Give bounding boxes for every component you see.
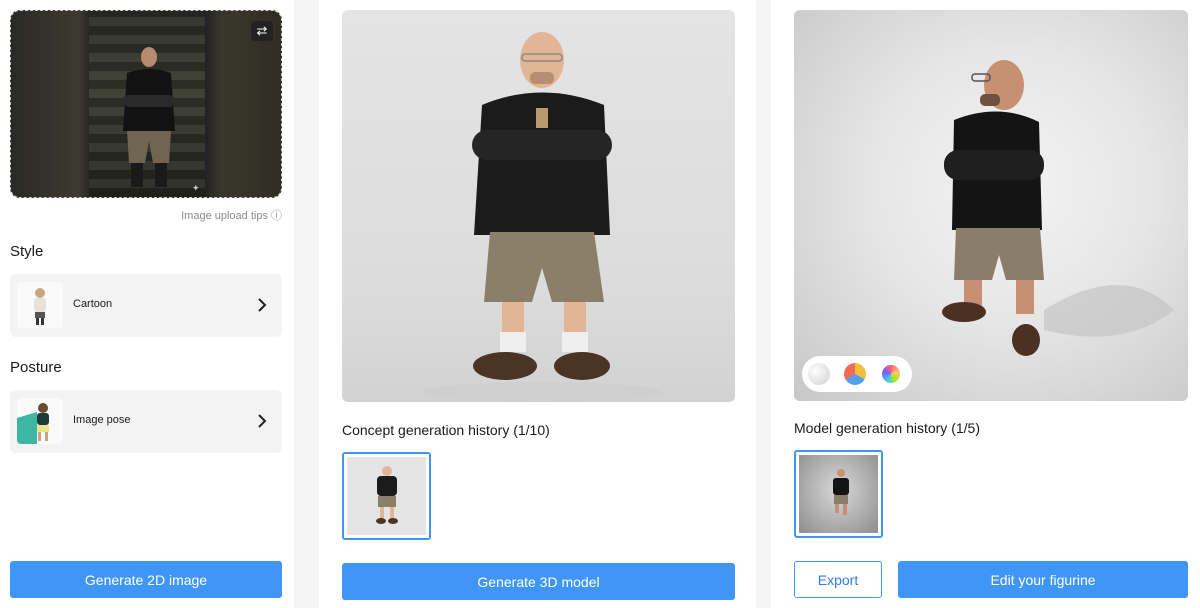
style-heading: Style — [10, 243, 44, 260]
svg-text:✦: ✦ — [192, 184, 200, 194]
posture-selector[interactable]: Image pose — [10, 390, 282, 453]
posture-option-label: Image pose — [73, 414, 131, 426]
export-button[interactable]: Export — [794, 561, 882, 598]
uploaded-photo: ✦ — [89, 11, 205, 197]
model-preview-viewport[interactable] — [794, 10, 1188, 401]
chevron-right-icon — [258, 298, 267, 312]
posture-heading: Posture — [10, 359, 62, 376]
style-option-label: Cartoon — [73, 298, 113, 310]
edit-figurine-button[interactable]: Edit your figurine — [898, 561, 1188, 598]
right-panel: Model generation history (1/5) Export Ed… — [771, 0, 1200, 608]
model-history-title: Model generation history (1/5) — [794, 420, 980, 436]
style-selector[interactable]: Cartoon — [10, 274, 282, 337]
concept-preview-image — [342, 10, 735, 402]
rainbow-material-swatch-icon[interactable] — [880, 363, 902, 385]
tricolor-material-swatch-icon[interactable] — [844, 363, 866, 385]
cartoon-style-thumbnail — [17, 282, 63, 328]
left-panel: ✦ ⇄ Image upload tips ⓘ Style Cartoon Po… — [0, 0, 294, 608]
material-picker — [802, 356, 912, 392]
chevron-right-icon — [258, 414, 267, 428]
generate-2d-image-button[interactable]: Generate 2D image — [10, 561, 282, 598]
concept-history-thumbnail[interactable] — [342, 452, 431, 540]
model-history-thumbnail[interactable] — [794, 450, 883, 538]
upload-image-area[interactable]: ✦ ⇄ — [10, 10, 282, 198]
generate-3d-model-button[interactable]: Generate 3D model — [342, 563, 735, 600]
concept-history-title: Concept generation history (1/10) — [342, 422, 550, 438]
image-pose-thumbnail — [17, 398, 63, 444]
middle-panel: Concept generation history (1/10) Genera… — [319, 0, 756, 608]
swap-image-icon[interactable]: ⇄ — [251, 21, 273, 41]
white-material-swatch-icon[interactable] — [808, 363, 830, 385]
upload-tips-link[interactable]: Image upload tips ⓘ — [181, 207, 282, 223]
